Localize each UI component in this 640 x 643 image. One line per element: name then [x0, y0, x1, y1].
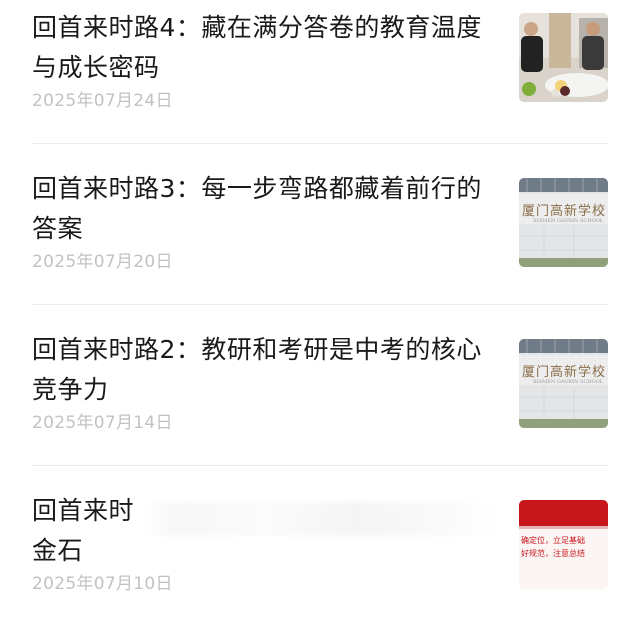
article-date: 2025年07月14日: [32, 413, 173, 433]
article-date: 2025年07月20日: [32, 252, 173, 272]
article-item[interactable]: 回首来时路2：教研和考研是中考的核心竞争力 2025年07月14日 厦门高新学校: [32, 322, 608, 482]
article-title[interactable]: 回首来时 金石: [32, 491, 500, 571]
article-title[interactable]: 回首来时路4：藏在满分答卷的教育温度与成长密码: [32, 8, 500, 88]
sign-text: 厦门高新学校: [522, 365, 607, 380]
article-list: 回首来时路4：藏在满分答卷的教育温度与成长密码 2025年07月24日 回首来时…: [0, 0, 640, 616]
sign-subtext: XIAMEN GAOXIN SCHOOL: [533, 218, 604, 224]
divider: [32, 143, 608, 144]
banner-line-1: 确定位，立足基础: [521, 536, 585, 545]
sign-subtext: XIAMEN GAOXIN SCHOOL: [533, 379, 604, 385]
article-item[interactable]: 回首来时 金石 2025年07月10日 确定位，立足基础 好规范，注意总结: [32, 483, 608, 643]
divider: [32, 304, 608, 305]
article-thumbnail[interactable]: 厦门高新学校 XIAMEN GAOXIN SCHOOL: [519, 339, 608, 428]
article-title[interactable]: 回首来时路3：每一步弯路都藏着前行的答案: [32, 169, 500, 249]
article-date: 2025年07月24日: [32, 91, 173, 111]
article-title[interactable]: 回首来时路2：教研和考研是中考的核心竞争力: [32, 330, 500, 410]
sign-text: 厦门高新学校: [522, 204, 607, 219]
article-title-end: 金石: [32, 536, 84, 565]
blurred-title-region: [142, 502, 498, 536]
divider: [32, 465, 608, 466]
article-title-start: 回首来时: [32, 496, 135, 525]
article-item[interactable]: 回首来时路3：每一步弯路都藏着前行的答案 2025年07月20日 厦门高新学校: [32, 161, 608, 321]
article-thumbnail[interactable]: 确定位，立足基础 好规范，注意总结: [519, 500, 608, 589]
article-date: 2025年07月10日: [32, 574, 173, 594]
article-item[interactable]: 回首来时路4：藏在满分答卷的教育温度与成长密码 2025年07月24日: [32, 0, 608, 160]
article-thumbnail[interactable]: [519, 13, 608, 102]
banner-line-2: 好规范，注意总结: [521, 549, 585, 558]
article-thumbnail[interactable]: 厦门高新学校 XIAMEN GAOXIN SCHOOL: [519, 178, 608, 267]
photo-two-men-icon: [519, 13, 608, 102]
